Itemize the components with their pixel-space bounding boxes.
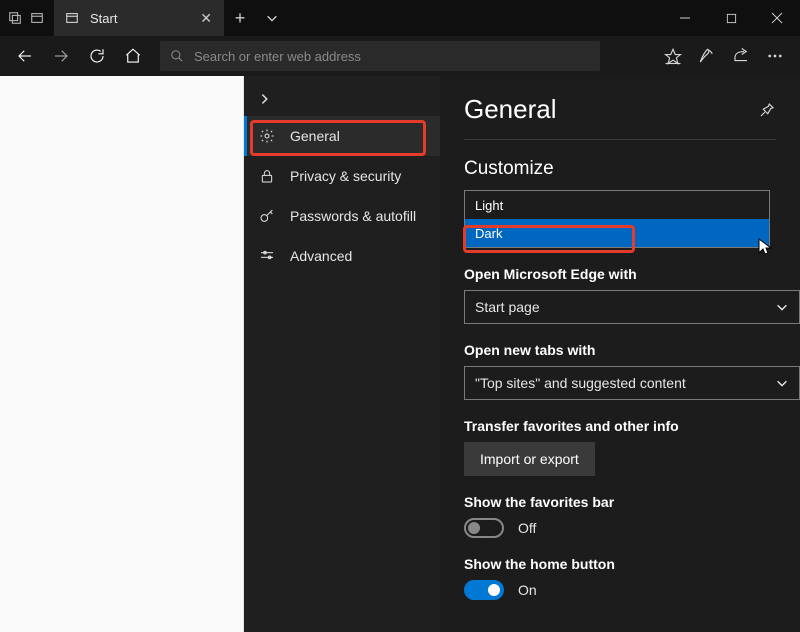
open-with-value: Start page [475,299,540,315]
favorites-bar-state: Off [518,520,536,536]
recent-activities-icon[interactable] [6,9,24,27]
new-tabs-value: "Top sites" and suggested content [475,375,686,391]
open-with-select[interactable]: Start page [464,290,800,324]
theme-option-dark[interactable]: Dark [465,219,769,247]
more-icon[interactable] [758,39,792,73]
import-export-button[interactable]: Import or export [464,442,595,476]
key-icon [258,207,276,225]
favorites-star-icon[interactable] [656,39,690,73]
pin-icon[interactable] [758,101,776,119]
app-window-icon [64,10,80,26]
home-button-label: Show the home button [464,556,776,572]
nav-item-passwords[interactable]: Passwords & autofill [244,196,440,236]
collapse-nav-button[interactable] [244,82,440,116]
address-bar[interactable]: Search or enter web address [160,41,600,71]
nav-item-privacy[interactable]: Privacy & security [244,156,440,196]
home-button[interactable] [116,39,150,73]
forward-button[interactable] [44,39,78,73]
notes-icon[interactable] [690,39,724,73]
close-window-button[interactable] [754,0,800,36]
chevron-down-icon [775,376,789,390]
new-tabs-select[interactable]: "Top sites" and suggested content [464,366,800,400]
page-content-area [0,76,244,632]
back-button[interactable] [8,39,42,73]
settings-nav: General Privacy & security Passwords & a… [244,76,440,632]
open-with-label: Open Microsoft Edge with [464,266,776,282]
home-button-state: On [518,582,537,598]
share-icon[interactable] [724,39,758,73]
theme-option-light[interactable]: Light [465,191,769,219]
close-tab-icon[interactable]: ✕ [200,10,212,27]
theme-select-open[interactable]: Light Dark [464,190,770,248]
new-window-icon[interactable] [28,9,46,27]
settings-pane: General Customize Light Dark Open Micros… [440,76,800,632]
chevron-down-icon [775,300,789,314]
transfer-label: Transfer favorites and other info [464,418,776,434]
nav-label: Privacy & security [290,168,401,184]
refresh-button[interactable] [80,39,114,73]
new-tabs-label: Open new tabs with [464,342,776,358]
nav-item-advanced[interactable]: Advanced [244,236,440,276]
pane-title: General [464,94,758,125]
tabs-menu-button[interactable] [256,0,288,36]
new-tab-button[interactable]: + [224,0,256,36]
lock-icon [258,167,276,185]
minimize-button[interactable] [662,0,708,36]
address-placeholder: Search or enter web address [194,49,590,64]
nav-label: Advanced [290,248,352,264]
maximize-button[interactable] [708,0,754,36]
favorites-bar-label: Show the favorites bar [464,494,776,510]
tab-title: Start [90,11,190,26]
nav-label: Passwords & autofill [290,208,416,224]
sliders-icon [258,247,276,265]
home-button-toggle[interactable] [464,580,504,600]
nav-item-general[interactable]: General [244,116,440,156]
browser-tab[interactable]: Start ✕ [54,0,224,36]
gear-icon [258,127,276,145]
nav-label: General [290,128,340,144]
section-customize: Customize [464,158,776,180]
favorites-bar-toggle[interactable] [464,518,504,538]
search-icon [170,49,184,63]
